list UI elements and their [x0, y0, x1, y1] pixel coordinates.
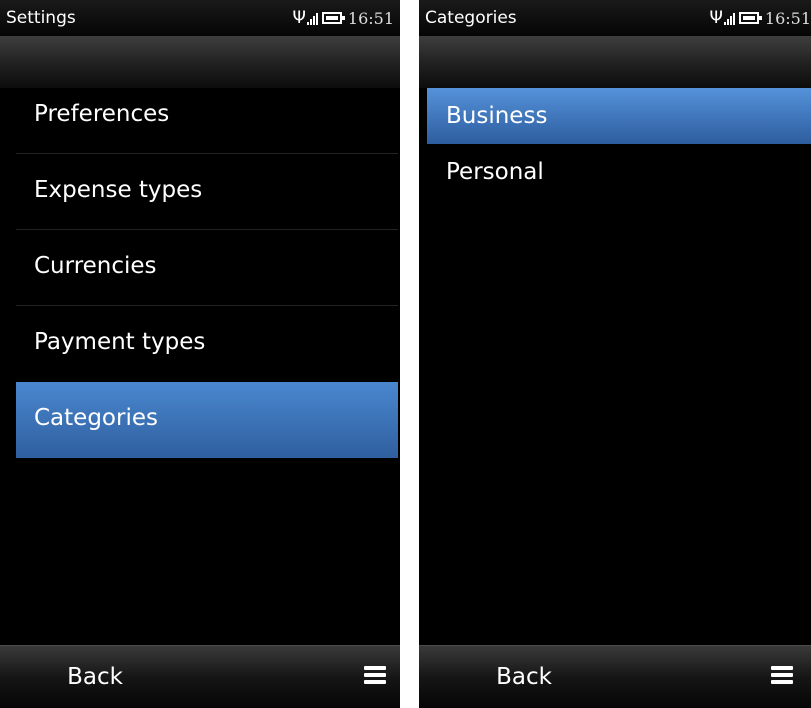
menu-item-currencies[interactable]: Currencies	[16, 230, 398, 306]
menu-item-categories[interactable]: Categories	[16, 382, 398, 458]
menu-item-preferences[interactable]: Preferences	[16, 78, 398, 154]
battery-icon	[738, 12, 762, 24]
menu-icon[interactable]	[364, 666, 386, 684]
category-item-label: Business	[446, 103, 548, 129]
menu-item-label: Preferences	[34, 101, 170, 127]
status-title: Settings	[6, 8, 76, 28]
category-item-personal[interactable]: Personal	[427, 144, 811, 200]
softkey-bar: Back	[0, 645, 400, 708]
back-button[interactable]: Back	[419, 646, 629, 708]
menu-item-payment-types[interactable]: Payment types	[16, 306, 398, 382]
menu-item-label: Categories	[34, 405, 158, 431]
settings-screen: Settings Ψ 16:51 Preferences Expense typ…	[0, 0, 400, 708]
category-item-business[interactable]: Business	[427, 88, 811, 144]
antenna-icon: Ψ	[709, 7, 723, 28]
antenna-icon: Ψ	[292, 7, 306, 28]
menu-item-label: Currencies	[34, 253, 157, 279]
settings-menu-list: Preferences Expense types Currencies Pay…	[16, 78, 398, 458]
menu-item-label: Expense types	[34, 177, 203, 203]
menu-icon[interactable]	[771, 666, 793, 684]
status-title: Categories	[425, 8, 517, 28]
signal-bars-icon	[306, 11, 318, 25]
category-item-label: Personal	[446, 159, 544, 185]
menu-item-label: Payment types	[34, 329, 206, 355]
status-bar: Settings Ψ 16:51	[0, 0, 400, 36]
back-button[interactable]: Back	[0, 646, 190, 708]
menu-item-expense-types[interactable]: Expense types	[16, 154, 398, 230]
status-icons: Ψ 16:51	[293, 7, 401, 29]
status-time: 16:51	[347, 8, 394, 28]
categories-screen: Categories Ψ 16:51 Business Personal Bac…	[419, 0, 811, 708]
battery-icon	[321, 12, 345, 24]
status-time: 16:51	[764, 8, 811, 28]
status-icons: Ψ 16:51	[710, 7, 811, 29]
toolbar-strip	[419, 36, 811, 88]
status-bar: Categories Ψ 16:51	[419, 0, 811, 36]
signal-bars-icon	[723, 11, 735, 25]
category-list: Business Personal	[427, 88, 811, 200]
softkey-bar: Back	[419, 645, 811, 708]
